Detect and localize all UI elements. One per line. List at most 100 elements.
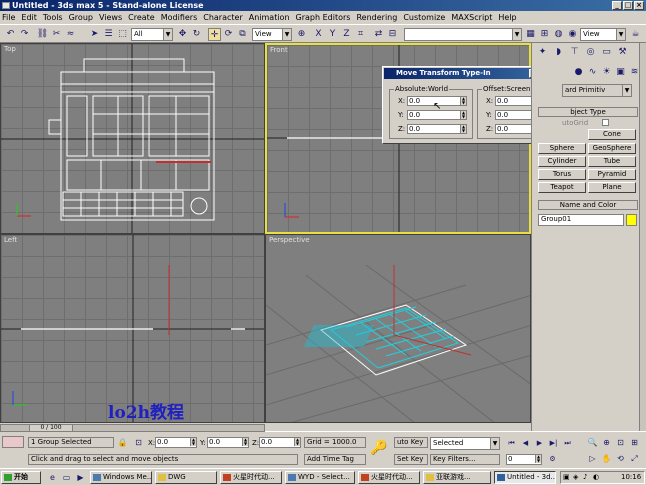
axis-plane-icon[interactable]: ⌗	[354, 28, 367, 41]
shapes-icon[interactable]: ∿	[586, 66, 599, 79]
tray-app-icon[interactable]: ◈	[573, 473, 578, 481]
cone-button[interactable]: Cone	[588, 129, 636, 140]
menu-help[interactable]: Help	[498, 13, 516, 22]
scale-icon[interactable]: ⧉	[236, 28, 249, 41]
move-icon[interactable]: ✛	[208, 28, 221, 41]
torus-button[interactable]: Torus	[538, 169, 586, 180]
select-and-move-icon[interactable]: ✥	[176, 28, 189, 41]
key-filters-button[interactable]: Key Filters...	[430, 454, 500, 465]
material-editor-icon[interactable]: ◍	[552, 28, 565, 41]
menu-file[interactable]: File	[2, 13, 15, 22]
auto-key-button[interactable]: uto Key	[394, 437, 428, 448]
pivot-center-icon[interactable]: ⊕	[295, 28, 308, 41]
next-frame-icon[interactable]: ▶|	[547, 437, 560, 450]
create-tab-icon[interactable]: ✦	[536, 46, 549, 59]
tube-button[interactable]: Tube	[588, 156, 636, 167]
axis-y-icon[interactable]: Y	[326, 28, 339, 41]
key-selection-dropdown[interactable]: Selected ▼	[430, 437, 500, 450]
play-icon[interactable]: ▶	[533, 437, 546, 450]
link-icon[interactable]: ⛓	[36, 28, 49, 41]
viewport-top[interactable]: Top	[0, 43, 265, 234]
status-z-field[interactable]: 0.0 ▲ ▼	[259, 437, 301, 448]
zoom-extents-all-icon[interactable]: ⊞	[628, 436, 641, 449]
axis-x-icon[interactable]: X	[312, 28, 325, 41]
maximize-viewport-icon[interactable]: ⤢	[628, 452, 641, 465]
undo-icon[interactable]: ↶	[4, 28, 17, 41]
rotate-icon[interactable]: ⟳	[222, 28, 235, 41]
goto-end-icon[interactable]: ⏭	[561, 437, 574, 450]
set-key-button[interactable]: Set Key	[394, 454, 428, 465]
utilities-tab-icon[interactable]: ⚒	[616, 46, 629, 59]
cylinder-button[interactable]: Cylinder	[538, 156, 586, 167]
bind-space-warp-icon[interactable]: ≈	[64, 28, 77, 41]
axis-z-icon[interactable]: Z	[340, 28, 353, 41]
menu-graph-editors[interactable]: Graph Editors	[296, 13, 351, 22]
start-button[interactable]: 开始	[1, 471, 41, 484]
menu-edit[interactable]: Edit	[21, 13, 37, 22]
menu-maxscript[interactable]: MAXScript	[451, 13, 492, 22]
taskbar-item[interactable]: 亚联游戏...	[423, 471, 491, 484]
abs-z-spinner[interactable]: 0.0 ▲ ▼	[407, 124, 467, 134]
quicklaunch-desktop-icon[interactable]: ▭	[60, 471, 73, 484]
mirror-icon[interactable]: ⇄	[372, 28, 385, 41]
menu-views[interactable]: Views	[99, 13, 122, 22]
viewport-left[interactable]: Left	[0, 234, 265, 423]
maxscript-listener[interactable]	[2, 436, 24, 448]
region-select-icon[interactable]: ⬚	[116, 28, 129, 41]
tray-ime-icon[interactable]: ◐	[593, 473, 599, 481]
object-type-rollout[interactable]: bject Type	[538, 107, 638, 117]
unlink-icon[interactable]: ✂	[50, 28, 63, 41]
viewport-perspective[interactable]: Perspective	[265, 234, 531, 423]
key-mode-icon[interactable]: 🔑	[370, 440, 387, 456]
lights-icon[interactable]: ☀	[600, 66, 613, 79]
name-and-color-rollout[interactable]: Name and Color	[538, 200, 638, 210]
goto-start-icon[interactable]: ⏮	[505, 437, 518, 450]
select-object-icon[interactable]: ➤	[88, 28, 101, 41]
zoom-all-icon[interactable]: ⊕	[600, 436, 613, 449]
hierarchy-tab-icon[interactable]: ⊤	[568, 46, 581, 59]
taskbar-item[interactable]: DWG	[155, 471, 217, 484]
primitive-category-dropdown[interactable]: ard Primitiv ▼	[562, 84, 632, 97]
motion-tab-icon[interactable]: ◎	[584, 46, 597, 59]
add-time-tag-button[interactable]: Add Time Tag	[304, 454, 366, 465]
tray-network-icon[interactable]: ▣	[563, 473, 570, 481]
prev-frame-icon[interactable]: ◀	[519, 437, 532, 450]
minimize-button[interactable]: _	[612, 1, 622, 10]
menu-tools[interactable]: Tools	[43, 13, 63, 22]
menu-customize[interactable]: Customize	[403, 13, 445, 22]
status-y-field[interactable]: 0.0 ▲ ▼	[207, 437, 249, 448]
lock-selection-icon[interactable]: 🔒	[116, 436, 129, 449]
pan-icon[interactable]: ✋	[600, 452, 613, 465]
modify-tab-icon[interactable]: ◗	[552, 46, 565, 59]
display-tab-icon[interactable]: ▭	[600, 46, 613, 59]
quick-render-icon[interactable]: ☕	[629, 28, 642, 41]
taskbar-item[interactable]: Windows Me...	[90, 471, 152, 484]
teapot-button[interactable]: Teapot	[538, 182, 586, 193]
object-name-field[interactable]: Group01	[538, 214, 624, 226]
current-frame-field[interactable]: 0 ▲ ▼	[506, 454, 542, 465]
geosphere-button[interactable]: GeoSphere	[588, 143, 636, 154]
menu-character[interactable]: Character	[203, 13, 243, 22]
quicklaunch-media-icon[interactable]: ▶	[74, 471, 87, 484]
geometry-icon[interactable]: ●	[572, 66, 585, 79]
maximize-button[interactable]: □	[623, 1, 633, 10]
close-button[interactable]: ×	[634, 1, 644, 10]
selection-filter-dropdown[interactable]: All ▼	[131, 28, 173, 41]
menu-modifiers[interactable]: Modifiers	[161, 13, 198, 22]
menu-rendering[interactable]: Rendering	[356, 13, 397, 22]
taskbar-item-active[interactable]: Untitled - 3d...	[494, 471, 556, 484]
sphere-button[interactable]: Sphere	[538, 143, 586, 154]
status-x-field[interactable]: 0.0 ▲ ▼	[155, 437, 197, 448]
panel-scrollbar[interactable]	[639, 43, 646, 431]
clock[interactable]: 10:16	[621, 473, 641, 481]
align-icon[interactable]: ⊟	[386, 28, 399, 41]
render-type-dropdown[interactable]: View ▼	[580, 28, 626, 41]
tray-volume-icon[interactable]: ♪	[583, 473, 587, 481]
select-and-rotate-icon[interactable]: ↻	[190, 28, 203, 41]
named-selection-dropdown[interactable]: ▼	[404, 28, 522, 41]
time-slider-thumb[interactable]: 0 / 100	[29, 424, 73, 432]
time-config-icon[interactable]: ⚙	[546, 453, 559, 466]
render-scene-icon[interactable]: ◉	[566, 28, 579, 41]
select-by-name-icon[interactable]: ☰	[102, 28, 115, 41]
taskbar-item[interactable]: 火星时代动...	[220, 471, 282, 484]
